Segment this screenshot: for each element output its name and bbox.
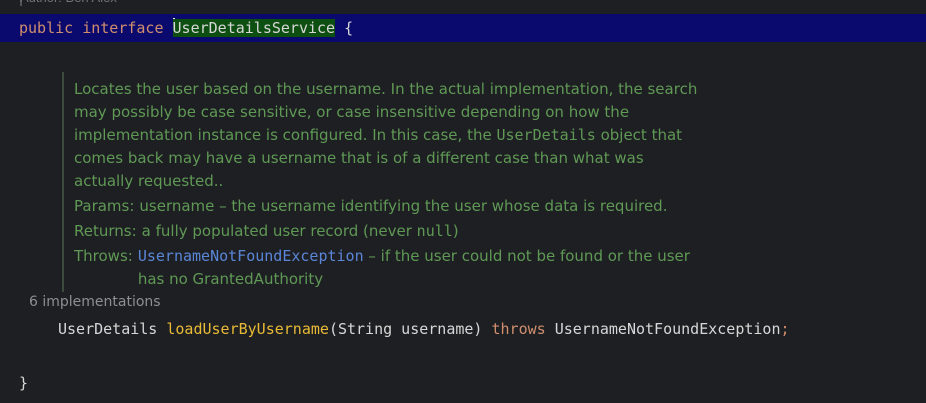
returns-tag: Returns: bbox=[74, 222, 137, 240]
method-declaration[interactable]: UserDetails loadUserByUsername(String us… bbox=[58, 317, 790, 341]
thrown-exception[interactable]: UsernameNotFoundException bbox=[555, 320, 781, 338]
clipped-doc-line: Author: Ben Alex bbox=[20, 0, 117, 8]
interface-declaration[interactable]: public interface UserDetailsService { bbox=[19, 16, 353, 40]
params-tag: Params: bbox=[74, 197, 135, 215]
throws-tag: Throws: bbox=[74, 247, 133, 265]
code-editor[interactable]: Author: Ben Alex public interface UserDe… bbox=[0, 0, 926, 403]
open-brace: { bbox=[344, 19, 354, 37]
rendered-javadoc[interactable]: Locates the user based on the username. … bbox=[62, 72, 702, 292]
return-type[interactable]: UserDetails bbox=[58, 320, 157, 338]
closing-brace: } bbox=[19, 374, 29, 392]
method-name[interactable]: loadUserByUsername bbox=[166, 320, 329, 338]
javadoc-throws-row: Throws: UsernameNotFoundException – if t… bbox=[74, 245, 702, 291]
keyword-public: public bbox=[19, 19, 74, 37]
params-value: username – the username identifying the … bbox=[139, 197, 668, 215]
returns-code-null: null bbox=[416, 222, 453, 240]
implementations-hint[interactable]: 6 implementations bbox=[29, 294, 161, 310]
javadoc-params-row: Params: username – the username identify… bbox=[74, 195, 702, 218]
semicolon: ; bbox=[780, 320, 790, 338]
returns-value: a fully populated user record (never nul… bbox=[142, 220, 702, 243]
returns-text: a fully populated user record (never bbox=[141, 222, 417, 240]
throws-value: UsernameNotFoundException – if the user … bbox=[138, 245, 702, 291]
exception-link[interactable]: UsernameNotFoundException bbox=[138, 247, 364, 265]
keyword-interface: interface bbox=[82, 19, 164, 37]
method-params: (String username) bbox=[328, 320, 483, 338]
javadoc-code-userdetails: UserDetails bbox=[496, 126, 596, 144]
interface-name[interactable]: UserDetailsService bbox=[172, 19, 336, 37]
returns-text-end: ) bbox=[452, 222, 459, 240]
javadoc-description: Locates the user based on the username. … bbox=[74, 78, 702, 193]
keyword-throws: throws bbox=[491, 320, 546, 338]
javadoc-returns-row: Returns: a fully populated user record (… bbox=[74, 220, 702, 243]
